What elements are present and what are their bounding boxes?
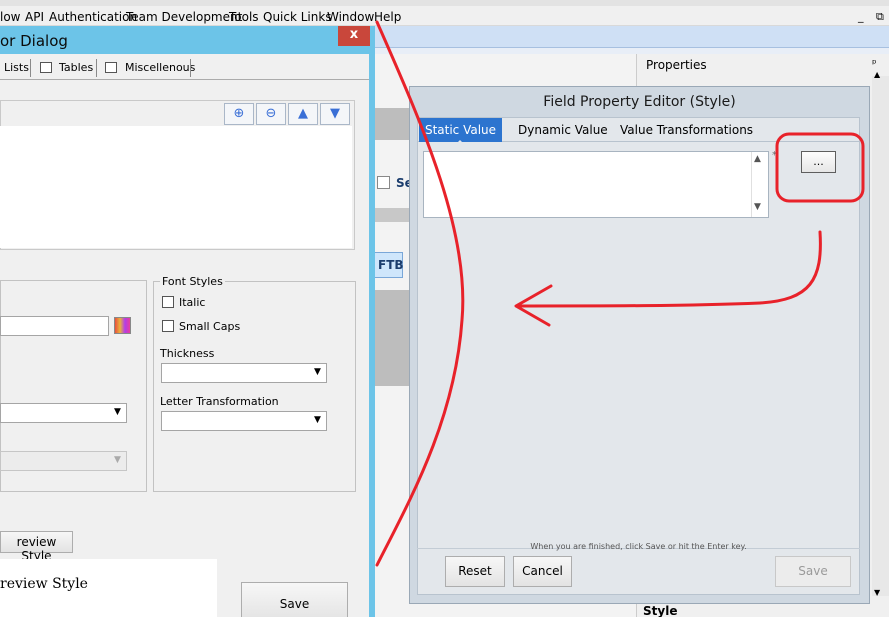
- menu-item-quick-links[interactable]: Quick Links: [263, 10, 332, 24]
- table-icon: [40, 62, 52, 73]
- editor-save-button[interactable]: Save: [775, 556, 851, 587]
- add-style-icon[interactable]: ⊕: [224, 103, 254, 125]
- reset-button[interactable]: Reset: [445, 556, 505, 587]
- chevron-down-icon: ▼: [314, 415, 321, 425]
- color-picker-icon[interactable]: [114, 317, 131, 334]
- restore-icon[interactable]: ⧉: [876, 10, 884, 24]
- style-list[interactable]: [0, 126, 352, 248]
- menu-item-authentication[interactable]: Authentication: [49, 10, 137, 24]
- editor-title: Field Property Editor (Style): [543, 94, 736, 110]
- ide-tab-strip: [373, 26, 889, 48]
- disabled-dropdown: ▼: [0, 451, 127, 471]
- tab-static-value[interactable]: Static Value: [419, 118, 502, 142]
- thickness-dropdown[interactable]: ▼: [161, 363, 327, 383]
- menu-item-window-partial[interactable]: low: [0, 10, 21, 24]
- footer-hint: When you are finished, click Save or hit…: [530, 542, 747, 551]
- color-field[interactable]: [0, 316, 109, 336]
- tab-value-transformations[interactable]: Value Transformations: [620, 123, 753, 137]
- tab-miscellenous[interactable]: Miscellenous: [125, 61, 195, 74]
- chevron-down-icon: ▼: [114, 455, 121, 465]
- letter-transformation-label: Letter Transformation: [160, 395, 279, 408]
- italic-checkbox[interactable]: [162, 296, 174, 308]
- scroll-up-icon[interactable]: ▲: [754, 154, 761, 164]
- menu-bar-top-strip: [0, 0, 889, 6]
- required-marker: *: [772, 150, 777, 161]
- scroll-down-icon[interactable]: ▼: [874, 588, 880, 597]
- properties-title: Properties: [646, 58, 707, 72]
- tab-separator: [190, 59, 191, 77]
- small-caps-checkbox[interactable]: [162, 320, 174, 332]
- save-button[interactable]: Save: [241, 582, 348, 617]
- menu-item-team-development[interactable]: Team Development: [126, 10, 242, 24]
- small-caps-label: Small Caps: [179, 320, 241, 333]
- tab-lists[interactable]: Lists: [4, 61, 29, 74]
- properties-scrollbar[interactable]: [872, 76, 889, 596]
- minimize-icon[interactable]: _: [858, 10, 864, 23]
- browse-button[interactable]: ...: [801, 151, 836, 173]
- tab-tables[interactable]: Tables: [59, 61, 93, 74]
- close-button[interactable]: x: [338, 26, 370, 46]
- ide-ftb-button[interactable]: FTB: [373, 252, 404, 278]
- italic-label: Italic: [179, 296, 206, 309]
- chevron-down-icon: ▼: [314, 367, 321, 377]
- dropdown-field[interactable]: ▼: [0, 403, 127, 423]
- static-value-textarea[interactable]: [423, 151, 769, 218]
- menu-item-api[interactable]: API: [25, 10, 44, 24]
- cancel-button[interactable]: Cancel: [513, 556, 572, 587]
- menu-item-help[interactable]: Help: [374, 10, 401, 24]
- tab-separator: [30, 59, 31, 77]
- scroll-up-icon[interactable]: ▲: [874, 70, 880, 79]
- font-styles-title: Font Styles: [160, 275, 225, 288]
- ide-checkbox[interactable]: [377, 176, 390, 189]
- dialog-title: or Dialog: [0, 32, 68, 50]
- chevron-down-icon: ▼: [114, 407, 121, 417]
- font-styles-group: [153, 281, 356, 492]
- wrench-icon: [105, 62, 117, 73]
- thickness-label: Thickness: [160, 347, 215, 360]
- tab-separator: [96, 59, 97, 77]
- move-up-icon[interactable]: ▲: [288, 103, 318, 125]
- properties-style-label: Style: [643, 604, 678, 617]
- letter-transformation-dropdown[interactable]: ▼: [161, 411, 327, 431]
- preview-style-button[interactable]: review Style: [0, 531, 73, 563]
- active-tab-notch: [455, 140, 465, 145]
- tab-dynamic-value[interactable]: Dynamic Value: [518, 123, 608, 137]
- menu-item-window[interactable]: Window: [327, 10, 374, 24]
- menu-item-tools[interactable]: Tools: [229, 10, 259, 24]
- move-down-icon[interactable]: ▼: [320, 103, 350, 125]
- remove-style-icon[interactable]: ⊖: [256, 103, 286, 125]
- preview-text: review Style: [0, 576, 88, 592]
- menu-bar: low API Authentication Team Development …: [0, 0, 889, 26]
- pin-icon[interactable]: ᵖ: [872, 57, 877, 70]
- scroll-down-icon[interactable]: ▼: [754, 202, 761, 212]
